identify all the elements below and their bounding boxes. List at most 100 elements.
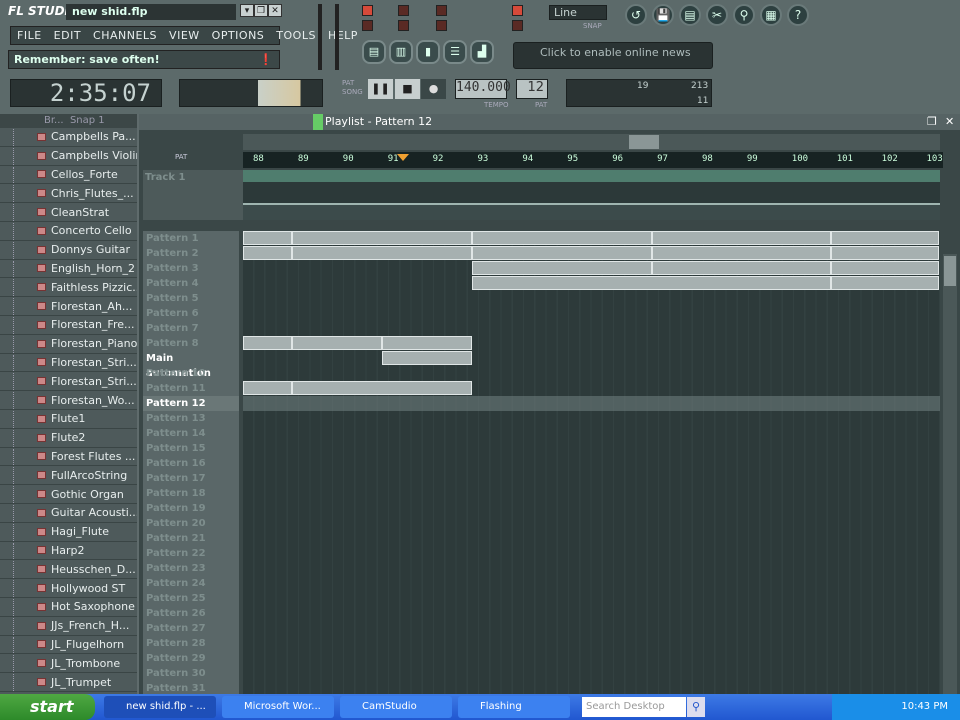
pattern-clip[interactable] [471, 261, 652, 275]
search-icon[interactable]: ⚲ [687, 697, 705, 717]
cut-icon[interactable]: ✂ [706, 4, 728, 26]
pattern-row-label[interactable]: Pattern 23 [143, 561, 239, 576]
automation-track-lane[interactable] [243, 170, 940, 220]
browser-item[interactable]: Florestan_Wo... [0, 391, 137, 410]
browser-snap[interactable]: Snap 1 [70, 115, 105, 126]
pattern-row-label[interactable]: Pattern 15 [143, 441, 239, 456]
search-desktop-input[interactable]: Search Desktop [582, 697, 686, 717]
browser-item[interactable]: Hot Saxophone [0, 598, 137, 617]
pattern-row-label[interactable]: Pattern 3 [143, 261, 239, 276]
pattern-clip[interactable] [292, 231, 472, 245]
pattern-clip[interactable] [382, 336, 472, 350]
browser-item[interactable]: JL_Flugelhorn [0, 636, 137, 655]
browser-item[interactable]: Forest Flutes ... [0, 448, 137, 467]
browser-item[interactable]: Heusschen_D... [0, 560, 137, 580]
pattern-row-label[interactable]: Pattern 12 [143, 396, 239, 411]
task-flashing[interactable]: Flashing [458, 696, 570, 718]
vscroll-thumb[interactable] [944, 256, 956, 286]
task-fl-studio[interactable]: new shid.flp - ... [104, 696, 216, 718]
pattern-clip[interactable] [243, 246, 293, 260]
pattern-clip[interactable] [243, 231, 293, 245]
loop-record-toggle[interactable] [512, 5, 523, 16]
piano-roll-icon[interactable]: ▮ [416, 40, 440, 64]
pattern-clip[interactable] [831, 246, 939, 260]
browser-item[interactable]: Donnys Guitar [0, 241, 137, 260]
bar-ruler[interactable]: 88 89 90 91 92 93 94 95 96 97 98 99 100 101 102 103 [243, 152, 943, 168]
close-icon[interactable]: ✕ [945, 115, 954, 128]
pattern-row-label[interactable]: Pattern 28 [143, 636, 239, 651]
task-word[interactable]: Microsoft Wor... [222, 696, 334, 718]
browser-item[interactable]: Florestan_Piano [0, 335, 137, 354]
start-button[interactable]: start [0, 694, 95, 720]
playlist-title[interactable]: Playlist - Pattern 12 [325, 115, 432, 128]
browser-item[interactable]: Guitar Acousti... [0, 504, 137, 523]
minimize-button[interactable]: ▾ [240, 4, 254, 17]
browser-item[interactable]: FullArcoString [0, 466, 137, 486]
step-edit-toggle[interactable] [436, 5, 447, 16]
browser-item[interactable]: English_Horn_2 [0, 260, 137, 279]
pattern-clip[interactable] [292, 246, 472, 260]
pattern-clip[interactable] [382, 351, 472, 365]
menu-file[interactable]: FILE [17, 29, 42, 42]
pattern-row-label[interactable]: Pattern 6 [143, 306, 239, 321]
menu-help[interactable]: HELP [328, 29, 358, 42]
menu-channels[interactable]: CHANNELS [93, 29, 157, 42]
browser-item[interactable]: Hagi_Flute [0, 523, 137, 542]
pattern-clip[interactable] [471, 246, 652, 260]
browser-item[interactable]: Florestan_Ah... [0, 297, 137, 316]
wait-toggle[interactable] [398, 20, 409, 31]
online-news-bar[interactable]: Click to enable online news [513, 42, 713, 69]
browser-item[interactable]: Florestan_Fre... [0, 316, 137, 335]
pattern-row-label[interactable]: Pattern 17 [143, 471, 239, 486]
pattern-row-label[interactable]: Pattern 25 [143, 591, 239, 606]
horizontal-scrollbar[interactable] [243, 134, 940, 150]
task-camstudio[interactable]: CamStudio [340, 696, 452, 718]
menu-edit[interactable]: EDIT [54, 29, 81, 42]
multilink-toggle[interactable] [512, 20, 523, 31]
pattern-row-label[interactable]: Pattern 16 [143, 456, 239, 471]
pattern-clip[interactable] [651, 231, 832, 245]
browser-item[interactable]: JL_Trombone [0, 654, 137, 674]
pattern-row-label[interactable]: Pattern 22 [143, 546, 239, 561]
playhead-marker[interactable] [397, 154, 409, 161]
record-audio-icon[interactable]: ⚲ [733, 4, 755, 26]
snap-select[interactable]: Line [549, 5, 607, 20]
browser-item[interactable]: Cellos_Forte [0, 166, 137, 185]
pattern-clip[interactable] [831, 231, 939, 245]
pattern-row-label[interactable]: Pattern 10 [143, 366, 239, 381]
step-sequencer-icon[interactable]: ▥ [389, 40, 413, 64]
pattern-clip[interactable] [651, 246, 832, 260]
browser-item[interactable]: Gothic Organ [0, 485, 137, 504]
blend-toggle[interactable] [436, 20, 447, 31]
browser-item[interactable]: Harp2 [0, 542, 137, 561]
master-volume-slider[interactable] [318, 4, 322, 70]
pattern-number-display[interactable]: 12 [516, 79, 548, 99]
tempo-display[interactable]: 140.000 [455, 79, 511, 99]
browser-item[interactable]: Flute2 [0, 429, 137, 448]
stop-button[interactable]: ■ [395, 79, 420, 99]
pattern-row-label[interactable]: Pattern 30 [143, 666, 239, 681]
pattern-row-label[interactable]: Pattern 8 [143, 336, 239, 351]
browser-item[interactable]: Campbells Pa... [0, 128, 137, 147]
pattern-clip[interactable] [831, 276, 939, 290]
pattern-row-label[interactable]: Main automation [143, 351, 239, 379]
time-display[interactable]: 2:35:07 [10, 79, 162, 107]
pattern-row-label[interactable]: Pattern 18 [143, 486, 239, 501]
playlist-window-icon[interactable]: ▤ [362, 40, 386, 64]
mixer-icon[interactable]: ▟ [470, 40, 494, 64]
master-pitch-slider[interactable] [335, 4, 339, 70]
pattern-row-label[interactable]: Pattern 20 [143, 516, 239, 531]
pattern-row-label[interactable]: Pattern 24 [143, 576, 239, 591]
pat-song-switch[interactable]: PAT SONG [342, 79, 363, 97]
pattern-row-label[interactable]: Pattern 4 [143, 276, 239, 291]
browser-item[interactable]: Concerto Cello [0, 222, 137, 241]
browser-item[interactable]: JL_Trumpet [0, 673, 137, 692]
restore-icon[interactable]: ❐ [927, 115, 937, 128]
restore-button[interactable]: ❐ [254, 4, 268, 17]
pattern-grid[interactable] [243, 231, 940, 694]
browser-item[interactable]: Florestan_Stri... [0, 372, 137, 392]
pattern-clip[interactable] [471, 231, 652, 245]
pattern-row-label[interactable]: Pattern 13 [143, 411, 239, 426]
pattern-row-label[interactable]: Pattern 29 [143, 651, 239, 666]
countdown-toggle[interactable] [398, 5, 409, 16]
